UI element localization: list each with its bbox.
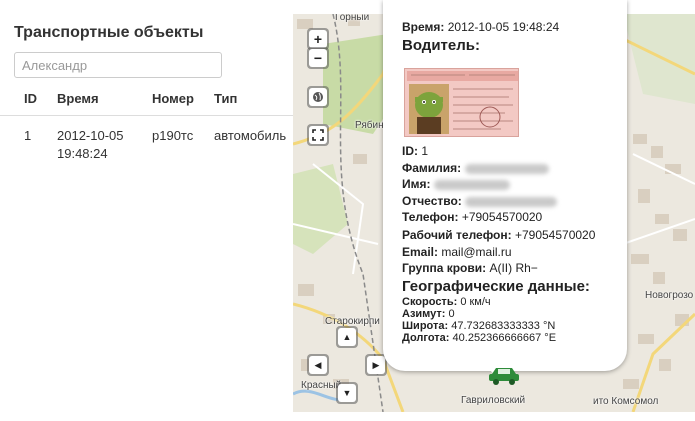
driver-patronymic-label: Отчество:: [402, 194, 462, 208]
driver-surname: Фамилия:: [402, 160, 549, 176]
map-label-novogrozov: Новогрозо: [645, 290, 694, 301]
popup-time: Время: 2012-10-05 19:48:24: [402, 20, 559, 34]
pan-left-button[interactable]: ◀: [307, 354, 329, 376]
geo-azimuth-label: Азимут:: [402, 308, 446, 320]
cell-time-date: 2012-10-05: [57, 128, 124, 143]
redacted-name: [433, 179, 510, 190]
driver-id: ID: 1: [402, 143, 428, 159]
car-icon: [489, 368, 519, 385]
fullscreen-button[interactable]: [307, 124, 329, 146]
geo-longitude: Долгота: 40.252366666667 °E: [402, 332, 556, 344]
driver-email-value: mail@mail.ru: [441, 245, 512, 259]
cell-time-clock: 19:48:24: [57, 146, 108, 161]
cell-id: 1: [24, 128, 32, 143]
driver-work-phone-label: Рабочий телефон:: [402, 228, 512, 242]
geo-speed-label: Скорость:: [402, 296, 458, 308]
geo-latitude-label: Широта:: [402, 320, 449, 332]
globe-icon: [309, 88, 327, 106]
map-label-gavrilovsky: Гавриловский: [461, 395, 526, 406]
geo-azimuth: Азимут: 0: [402, 308, 455, 320]
geo-latitude: Широта: 47.732683333333 °N: [402, 320, 555, 332]
minus-icon: −: [309, 49, 327, 67]
arrow-up-icon: ▲: [338, 328, 356, 346]
popup-time-value: 2012-10-05 19:48:24: [447, 20, 560, 34]
driver-email: Email: mail@mail.ru: [402, 244, 512, 260]
driver-work-phone-value: +79054570020: [514, 228, 596, 242]
column-header-time[interactable]: Время: [57, 91, 142, 106]
arrow-down-icon: ▼: [338, 384, 356, 402]
table-header: ID Время Номер Тип: [0, 91, 293, 116]
driver-blood-value: A(II) Rh−: [489, 261, 538, 275]
cell-time: 2012-10-05 19:48:24: [57, 127, 142, 163]
map-label-gorny: Горный: [335, 14, 370, 23]
driver-id-label: ID:: [402, 144, 418, 158]
geo-heading: Географические данные:: [402, 278, 590, 295]
driver-phone: Телефон: +79054570020: [402, 209, 542, 225]
geo-longitude-label: Долгота:: [402, 332, 450, 344]
geo-azimuth-value: 0: [448, 308, 455, 320]
zoom-out-button[interactable]: −: [307, 47, 329, 69]
redacted-surname: [464, 163, 549, 174]
driver-work-phone: Рабочий телефон: +79054570020: [402, 227, 595, 243]
vehicle-info-popup: Время: 2012-10-05 19:48:24 Водитель: ID:…: [383, 0, 627, 371]
map-label-rybin: Рябин: [355, 120, 384, 131]
geo-latitude-value: 47.732683333333 °N: [451, 320, 556, 332]
driver-phone-label: Телефон:: [402, 210, 459, 224]
geo-speed-value: 0 км/ч: [460, 296, 491, 308]
cell-type: автомобиль: [214, 128, 287, 143]
pan-down-button[interactable]: ▼: [336, 382, 358, 404]
geo-longitude-value: 40.252366666667 °E: [452, 332, 557, 344]
vehicles-panel: Транспортные объекты ID Время Номер Тип …: [0, 0, 293, 421]
column-header-number[interactable]: Номер: [152, 91, 194, 106]
search-input[interactable]: [14, 52, 222, 78]
driver-heading: Водитель:: [402, 37, 480, 54]
cell-number: р190тс: [152, 128, 194, 143]
arrow-left-icon: ◀: [309, 356, 327, 374]
driver-email-label: Email:: [402, 245, 439, 259]
pan-up-button[interactable]: ▲: [336, 326, 358, 348]
driver-name: Имя:: [402, 176, 510, 192]
table-row[interactable]: 1 2012-10-05 19:48:24 р190тс автомобиль: [0, 116, 293, 168]
column-header-type[interactable]: Тип: [214, 91, 237, 106]
panel-title: Транспортные объекты: [14, 24, 204, 41]
driver-patronymic: Отчество:: [402, 193, 558, 209]
driver-id-value: 1: [421, 144, 429, 158]
map-label-komsomol: ито Комсомол: [593, 396, 659, 407]
geo-speed: Скорость: 0 км/ч: [402, 296, 491, 308]
driver-surname-label: Фамилия:: [402, 161, 462, 175]
layers-button[interactable]: [307, 86, 329, 108]
fullscreen-icon: [309, 126, 327, 144]
popup-time-label: Время:: [402, 20, 445, 34]
driver-blood-label: Группа крови:: [402, 261, 487, 275]
vehicle-marker[interactable]: [488, 366, 520, 391]
driver-phone-value: +79054570020: [461, 210, 543, 224]
driver-license-image: [404, 68, 519, 137]
column-header-id[interactable]: ID: [24, 91, 37, 106]
driver-name-label: Имя:: [402, 177, 431, 191]
arrow-right-icon: ▶: [367, 356, 385, 374]
redacted-patronymic: [465, 196, 558, 207]
plus-icon: +: [309, 30, 327, 48]
driver-blood-group: Группа крови: A(II) Rh−: [402, 260, 538, 276]
